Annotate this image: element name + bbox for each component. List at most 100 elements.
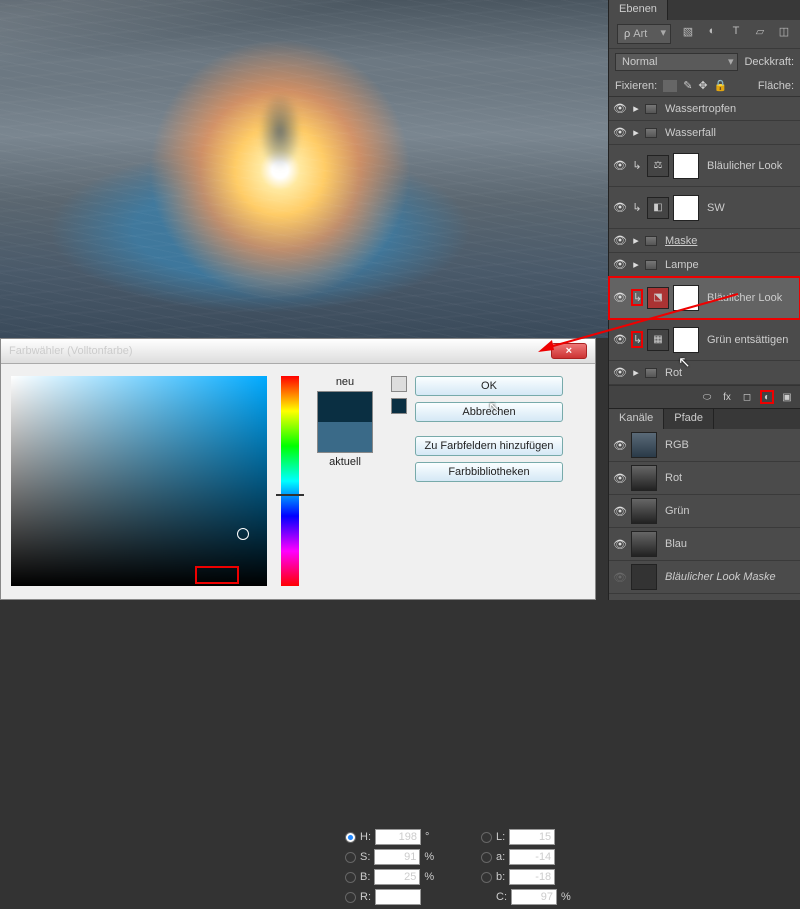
color-field-marker[interactable] [237, 528, 249, 540]
radio-b[interactable] [345, 872, 356, 883]
gamut-warning-icon[interactable] [391, 376, 407, 392]
layer-name[interactable]: Maske [661, 235, 796, 247]
visibility-icon[interactable]: 👁 [613, 258, 627, 271]
tab-layers[interactable]: Ebenen [609, 0, 668, 20]
layer-name[interactable]: Wasserfall [661, 127, 796, 139]
input-c[interactable] [511, 889, 557, 905]
blend-mode-dropdown[interactable]: Normal [615, 53, 738, 71]
close-button[interactable]: × [551, 343, 587, 359]
layer-row[interactable]: 👁↳▦Grün entsättigen [609, 319, 800, 361]
visibility-icon[interactable]: 👁 [613, 333, 627, 346]
channel-row[interactable]: 👁 Grün [609, 495, 800, 528]
visibility-icon[interactable]: 👁 [613, 234, 627, 247]
tab-paths[interactable]: Pfade [664, 409, 714, 429]
layer-name[interactable]: Lampe [661, 259, 796, 271]
visibility-icon[interactable]: 👁 [613, 291, 627, 304]
input-bb[interactable] [509, 869, 555, 885]
input-h[interactable] [375, 829, 421, 845]
channel-row[interactable]: 👁 Blau [609, 528, 800, 561]
layer-row[interactable]: 👁▸Rot [609, 361, 800, 385]
saturation-brightness-field[interactable] [11, 376, 267, 586]
new-color[interactable] [318, 392, 372, 422]
layer-row-selected[interactable]: 👁↳⬔Bläulicher Look [609, 277, 800, 319]
channel-name[interactable]: Rot [661, 472, 796, 484]
disclosure-icon[interactable]: ▸ [631, 102, 641, 115]
radio-l[interactable] [481, 832, 492, 843]
input-s[interactable] [374, 849, 420, 865]
visibility-icon[interactable]: 👁 [613, 102, 627, 115]
input-l[interactable] [509, 829, 555, 845]
clip-icon: ↳ [631, 159, 643, 172]
websafe-swatch[interactable] [391, 398, 407, 414]
hue-slider[interactable] [281, 376, 299, 586]
visibility-icon[interactable]: 👁 [613, 538, 627, 551]
layer-row[interactable]: 👁▸Wasserfall [609, 121, 800, 145]
layer-row[interactable]: 👁↳⚖Bläulicher Look [609, 145, 800, 187]
visibility-icon[interactable]: 👁 [613, 126, 627, 139]
radio-a[interactable] [481, 852, 492, 863]
radio-s[interactable] [345, 852, 356, 863]
label-bb: b: [496, 871, 505, 883]
color-libraries-button[interactable]: Farbbibliotheken [415, 462, 563, 482]
mask-thumb[interactable] [673, 285, 699, 311]
mask-thumb[interactable] [673, 153, 699, 179]
input-b[interactable] [374, 869, 420, 885]
layer-row[interactable]: 👁↳◧SW [609, 187, 800, 229]
link-icon[interactable]: ⬭ [700, 390, 714, 404]
lock-all-icon[interactable]: 🔒 [714, 79, 728, 92]
visibility-icon[interactable]: 👁 [613, 472, 627, 485]
channel-name[interactable]: RGB [661, 439, 796, 451]
tab-channels[interactable]: Kanäle [609, 409, 664, 429]
channel-row[interactable]: 👁Bläulicher Look Maske [609, 561, 800, 594]
lock-paint-icon[interactable]: ✎ [683, 79, 692, 92]
channel-row[interactable]: 👁 Rot [609, 462, 800, 495]
lab-fields: L: a: b: C:% [481, 829, 601, 909]
layer-name[interactable]: Rot [661, 367, 796, 379]
filter-adjust-icon[interactable]: ◐ [705, 24, 719, 38]
mask-thumb[interactable] [673, 195, 699, 221]
channel-name[interactable]: Blau [661, 538, 796, 550]
channel-row[interactable]: 👁 RGB [609, 429, 800, 462]
mask-icon[interactable]: ◻ [740, 390, 754, 404]
lock-transparency-icon[interactable] [663, 80, 677, 92]
layer-name[interactable]: SW [703, 202, 796, 214]
add-swatch-button[interactable]: Zu Farbfeldern hinzufügen [415, 436, 563, 456]
radio-h[interactable] [345, 832, 356, 843]
ok-button[interactable]: OK [415, 376, 563, 396]
input-a[interactable] [509, 849, 555, 865]
layer-name[interactable]: Grün entsättigen [703, 334, 796, 346]
visibility-icon[interactable]: 👁 [613, 439, 627, 452]
cancel-button[interactable]: Abbrechen [415, 402, 563, 422]
channel-name[interactable]: Grün [661, 505, 796, 517]
layer-name[interactable]: Bläulicher Look [703, 292, 796, 304]
label-s: S: [360, 851, 370, 863]
channel-thumb [631, 432, 657, 458]
layer-name[interactable]: Bläulicher Look [703, 160, 796, 172]
visibility-icon[interactable]: 👁 [613, 159, 627, 172]
layer-row[interactable]: 👁▸Maske [609, 229, 800, 253]
filter-type-dropdown[interactable]: ρ Art [617, 24, 671, 44]
visibility-icon[interactable]: 👁 [613, 505, 627, 518]
clip-icon: ↳ [631, 331, 643, 348]
filter-smart-icon[interactable]: ◫ [777, 24, 791, 38]
lock-move-icon[interactable]: ✥ [698, 79, 707, 92]
dialog-titlebar[interactable]: Farbwähler (Volltonfarbe) × [1, 339, 595, 364]
layer-row[interactable]: 👁▸Lampe [609, 253, 800, 277]
filter-pixel-icon[interactable]: ▧ [681, 24, 695, 38]
radio-r[interactable] [345, 892, 356, 903]
layer-name[interactable]: Wassertropfen [661, 103, 796, 115]
radio-bb[interactable] [481, 872, 492, 883]
filter-text-icon[interactable]: T [729, 24, 743, 38]
group-icon[interactable]: ▣ [780, 390, 794, 404]
adjustment-layer-icon[interactable]: ◐ [760, 390, 774, 404]
visibility-icon[interactable]: 👁 [613, 201, 627, 214]
input-r[interactable] [375, 889, 421, 905]
fx-icon[interactable]: fx [720, 390, 734, 404]
mask-thumb[interactable] [673, 327, 699, 353]
filter-shape-icon[interactable]: ▱ [753, 24, 767, 38]
document-canvas[interactable] [0, 0, 608, 338]
current-color[interactable] [318, 422, 372, 452]
layer-row[interactable]: 👁 ▸ Wassertropfen [609, 97, 800, 121]
visibility-icon[interactable]: 👁 [613, 366, 627, 379]
channel-name[interactable]: Bläulicher Look Maske [661, 571, 796, 583]
